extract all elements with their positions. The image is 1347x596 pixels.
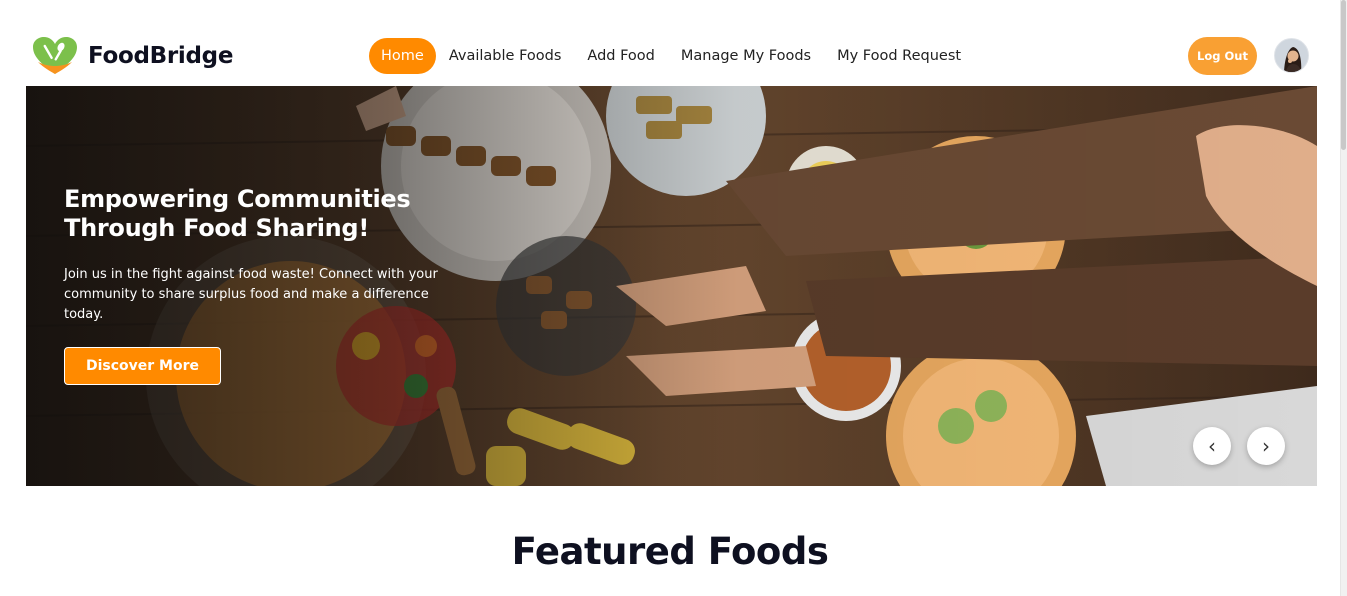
featured-foods-heading: Featured Foods: [511, 530, 829, 573]
hero-content: Empowering Communities Through Food Shar…: [64, 185, 484, 385]
navbar: FoodBridge Home Available Foods Add Food…: [0, 0, 1340, 86]
nav-manage-my-foods[interactable]: Manage My Foods: [668, 38, 824, 74]
brand[interactable]: FoodBridge: [32, 36, 233, 76]
user-avatar-icon: [1275, 39, 1308, 72]
discover-more-button[interactable]: Discover More: [64, 347, 221, 385]
hero-title: Empowering Communities Through Food Shar…: [64, 185, 411, 242]
heart-logo-icon: [33, 37, 77, 74]
nav-add-food[interactable]: Add Food: [574, 38, 667, 74]
nav-available-foods[interactable]: Available Foods: [436, 38, 575, 74]
user-avatar[interactable]: [1274, 38, 1309, 73]
hero-description: Join us in the fight against food waste!…: [64, 267, 438, 322]
nav-home[interactable]: Home: [369, 38, 436, 74]
page-scrollbar[interactable]: [1340, 0, 1347, 596]
brand-name: FoodBridge: [88, 43, 234, 69]
nav-my-food-request[interactable]: My Food Request: [824, 38, 974, 74]
scrollbar-thumb[interactable]: [1341, 0, 1346, 150]
logout-button[interactable]: Log Out: [1188, 37, 1257, 75]
main-nav: Home Available Foods Add Food Manage My …: [369, 38, 974, 74]
carousel-next-button[interactable]: ›: [1247, 427, 1285, 465]
hero-carousel: Empowering Communities Through Food Shar…: [26, 86, 1317, 486]
carousel-prev-button[interactable]: ‹: [1193, 427, 1231, 465]
